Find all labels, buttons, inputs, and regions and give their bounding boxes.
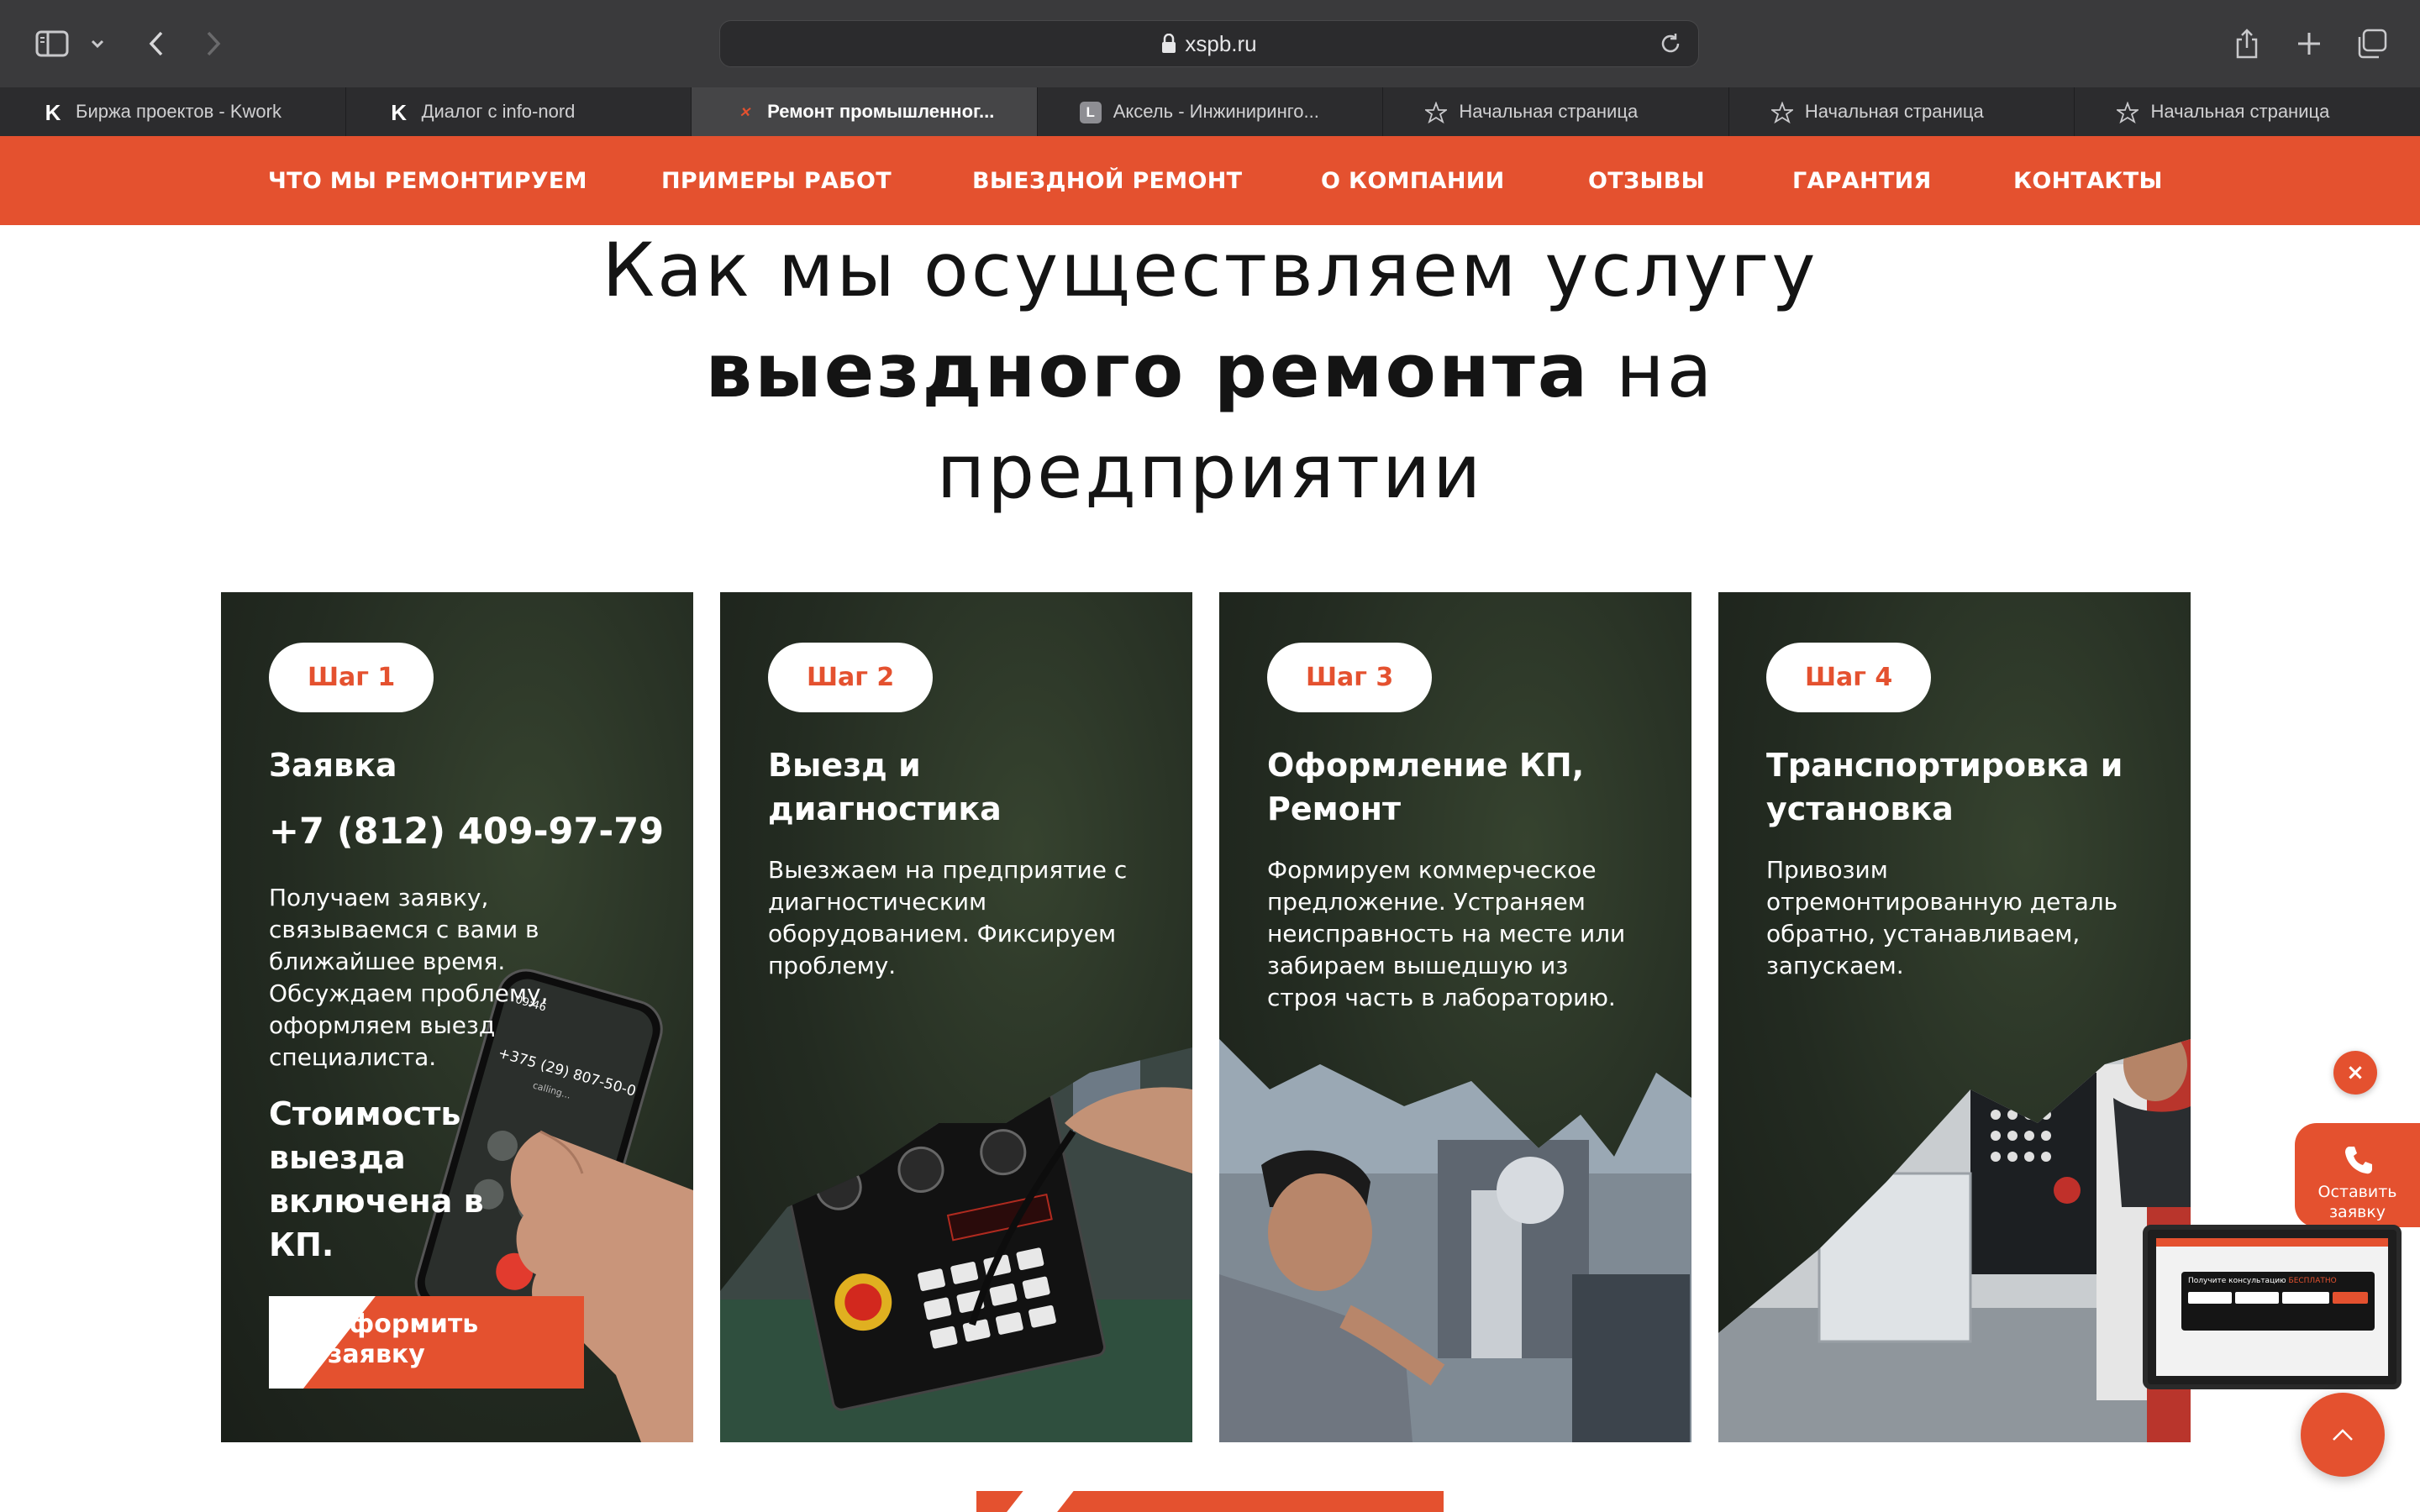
back-icon[interactable] [139,18,173,69]
star-icon [1425,102,1448,123]
tab-label: Диалог с info-nord [421,101,576,122]
callback-label: Оставить заявку [2317,1183,2397,1221]
consultation-preview[interactable]: Получите консультацию БЕСПЛАТНО [2143,1225,2402,1389]
laptop-field [2188,1292,2232,1304]
chevron-down-icon[interactable] [87,18,108,69]
bottom-cta-button[interactable] [976,1491,1444,1512]
star-icon [1770,102,1793,123]
tab-start-page-2[interactable]: Начальная страница [1729,87,2075,136]
nav-guarantee[interactable]: ГАРАНТИЯ [1792,136,1932,225]
laptop-field [2282,1292,2329,1304]
browser-toolbar: xspb.ru [0,0,2420,87]
new-tab-icon[interactable] [2292,18,2326,69]
tab-aksel[interactable]: L Аксель - Инжиниринго... [1038,87,1384,136]
step-description: Привозим отремонтированную деталь обратн… [1766,856,2118,979]
nav-reviews[interactable]: ОТЗЫВЫ [1588,136,1705,225]
star-icon [2117,102,2139,123]
scroll-to-top-button[interactable] [2301,1393,2385,1477]
close-widget-button[interactable]: × [2333,1051,2377,1095]
section-heading: Как мы осуществляем услугу выездного рем… [0,220,2420,522]
step-title: Выезд и диагностика [768,747,1002,827]
step-card-4: Шаг 4 Транспортировка и установка Привоз… [1718,592,2191,1442]
chevron-up-icon [2333,1429,2353,1441]
phone-number[interactable]: +7 (812) 409-97-79 [269,811,664,853]
button-decoration [990,1491,1081,1512]
step-card-3: Шаг 3 Оформление КП, Ремонт Формируем ко… [1219,592,1691,1442]
tab-label: Аксель - Инжиниринго... [1113,101,1319,122]
share-icon[interactable] [2232,18,2262,69]
reload-icon[interactable] [1658,31,1683,56]
step-badge: Шаг 4 [1766,643,1932,712]
step-badge: Шаг 2 [768,643,934,712]
laptop-form-panel: Получите консультацию БЕСПЛАТНО [2181,1272,2375,1331]
laptop-panel-title: Получите консультацию БЕСПЛАТНО [2188,1277,2337,1285]
step-description: Формируем коммерческое предложение. Устр… [1267,856,1626,1011]
kwork-icon: K [45,99,61,125]
forward-icon[interactable] [197,18,230,69]
tab-kwork-projects[interactable]: K Биржа проектов - Kwork [0,87,346,136]
sidebar-toggle-icon[interactable] [30,18,74,69]
site-nav: ЧТО МЫ РЕМОНТИРУЕМ ПРИМЕРЫ РАБОТ ВЫЕЗДНО… [0,136,2420,225]
nav-what-we-repair[interactable]: ЧТО МЫ РЕМОНТИРУЕМ [268,136,587,225]
tab-kwork-dialog[interactable]: K Диалог с info-nord [346,87,692,136]
tab-bar: K Биржа проектов - Kwork K Диалог с info… [0,87,2420,136]
nav-about[interactable]: О КОМПАНИИ [1321,136,1505,225]
heading-line-2-rest: на [1616,328,1715,414]
laptop-submit [2333,1292,2368,1304]
tab-label: Начальная страница [1459,101,1639,122]
visit-cost-note: Стоимость выезда включена в КП. [269,1095,484,1263]
tab-label: Биржа проектов - Kwork [76,101,281,122]
step-description: Получаем заявку, связываемся с вами в бл… [269,884,549,1071]
lock-icon [1162,34,1176,53]
step-badge: Шаг 1 [269,643,434,712]
heading-line-2: выездного ремонта на [0,321,2420,422]
step-description: Выезжаем на предприятие с диагностически… [768,856,1128,979]
url-text: xspb.ru [1185,30,1257,56]
step-badge: Шаг 3 [1267,643,1433,712]
nav-field-repair[interactable]: ВЫЕЗДНОЙ РЕМОНТ [972,136,1242,225]
step-title: Транспортировка и установка [1766,747,2123,827]
tab-start-page-1[interactable]: Начальная страница [1383,87,1729,136]
heading-bold: выездного ремонта [705,328,1591,414]
tab-start-page-3[interactable]: Начальная страница [2075,87,2420,136]
letter-l-icon: L [1079,102,1102,123]
button-label: Оформить заявку [328,1310,479,1369]
tab-xspb-active[interactable]: ✕ Ремонт промышленног... [692,87,1038,136]
onsite-repair-image [1219,1039,1691,1442]
close-icon: × [2346,1060,2365,1085]
step-title: Заявка [269,747,397,784]
tab-label: Начальная страница [2150,101,2330,122]
callback-widget[interactable]: Оставить заявку [2295,1123,2420,1227]
diagnostics-device-image [720,1047,1192,1442]
step-card-2: Шаг 2 Выезд и диагностика Выезжаем на пр… [720,592,1192,1442]
heading-line-3: предприятии [936,428,1484,515]
laptop-header-bar [2156,1238,2388,1247]
step-card-1: 09:46 +375 (29) 807-50-0 calling... Шаг … [221,592,693,1442]
tab-label: Ремонт промышленног... [767,101,995,122]
kwork-icon: K [391,99,407,125]
nav-contacts[interactable]: КОНТАКТЫ [2013,136,2163,225]
step-title: Оформление КП, Ремонт [1267,747,1585,827]
cnc-machine-image [1718,1039,2191,1442]
submit-request-button[interactable]: Оформить заявку [269,1296,584,1389]
laptop-field [2235,1292,2279,1304]
phone-icon [2344,1147,2372,1174]
address-bar[interactable]: xspb.ru [719,20,1699,67]
tab-label: Начальная страница [1804,101,1984,122]
nav-work-examples[interactable]: ПРИМЕРЫ РАБОТ [661,136,892,225]
heading-line-1: Как мы осуществляем услугу [602,227,1818,313]
xspb-icon: ✕ [739,106,750,120]
tab-overview-icon[interactable] [2353,18,2390,69]
laptop-screen: Получите консультацию БЕСПЛАТНО [2156,1238,2388,1376]
